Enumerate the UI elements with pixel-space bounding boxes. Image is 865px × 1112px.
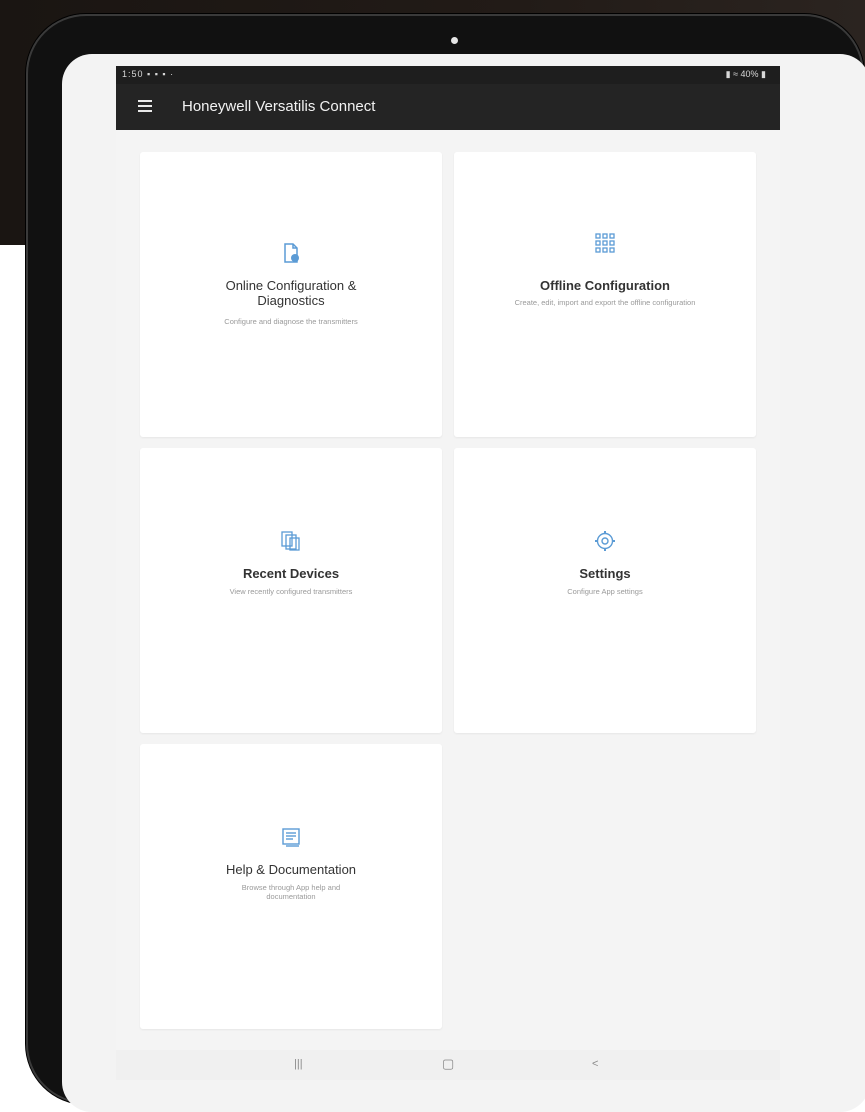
tile-description: Browse through App help and documentatio… <box>241 883 341 901</box>
tile-title: Offline Configuration <box>540 278 670 293</box>
recent-apps-button[interactable]: ||| <box>294 1058 303 1070</box>
grid-icon <box>595 233 615 253</box>
main-content: Online Configuration & Diagnostics Confi… <box>116 130 780 1050</box>
app-bar: Honeywell Versatilis Connect <box>116 84 780 130</box>
android-nav-bar: ||| ▢ < <box>116 1050 780 1080</box>
tile-description: View recently configured transmitters <box>229 587 353 596</box>
tile-offline-configuration[interactable]: Offline Configuration Create, edit, impo… <box>454 152 756 437</box>
tile-description: Configure and diagnose the transmitters <box>224 317 358 326</box>
tile-help-documentation[interactable]: Help & Documentation Browse through App … <box>140 744 442 1029</box>
document-config-icon <box>284 243 299 263</box>
back-button[interactable]: < <box>592 1058 598 1070</box>
gear-icon <box>595 531 615 551</box>
status-bar: 1:50 ▪ ▪ ▪ · ▮ ≈ 40% ▮ <box>116 66 780 84</box>
status-battery: ▮ ≈ 40% ▮ <box>725 69 766 79</box>
app-title: Honeywell Versatilis Connect <box>182 98 376 115</box>
tile-title: Help & Documentation <box>225 862 357 877</box>
battery-level: 40% <box>740 69 759 79</box>
tile-title: Online Configuration & Diagnostics <box>225 278 357 308</box>
devices-icon <box>281 531 300 551</box>
app-screen: 1:50 ▪ ▪ ▪ · ▮ ≈ 40% ▮ Honeywell Versati… <box>116 66 780 1080</box>
tile-online-configuration[interactable]: Online Configuration & Diagnostics Confi… <box>140 152 442 437</box>
hamburger-menu-icon[interactable] <box>138 100 152 112</box>
camera-icon <box>451 37 458 44</box>
home-button[interactable]: ▢ <box>442 1056 454 1072</box>
status-time: 1:50 ▪ ▪ ▪ · <box>122 69 175 79</box>
tile-title: Recent Devices <box>242 566 340 581</box>
tile-description: Create, edit, import and export the offl… <box>514 298 696 307</box>
tile-settings[interactable]: Settings Configure App settings <box>454 448 756 733</box>
tile-title: Settings <box>579 566 631 581</box>
tile-description: Configure App settings <box>567 587 643 596</box>
tile-recent-devices[interactable]: Recent Devices View recently configured … <box>140 448 442 733</box>
help-doc-icon <box>282 828 300 847</box>
